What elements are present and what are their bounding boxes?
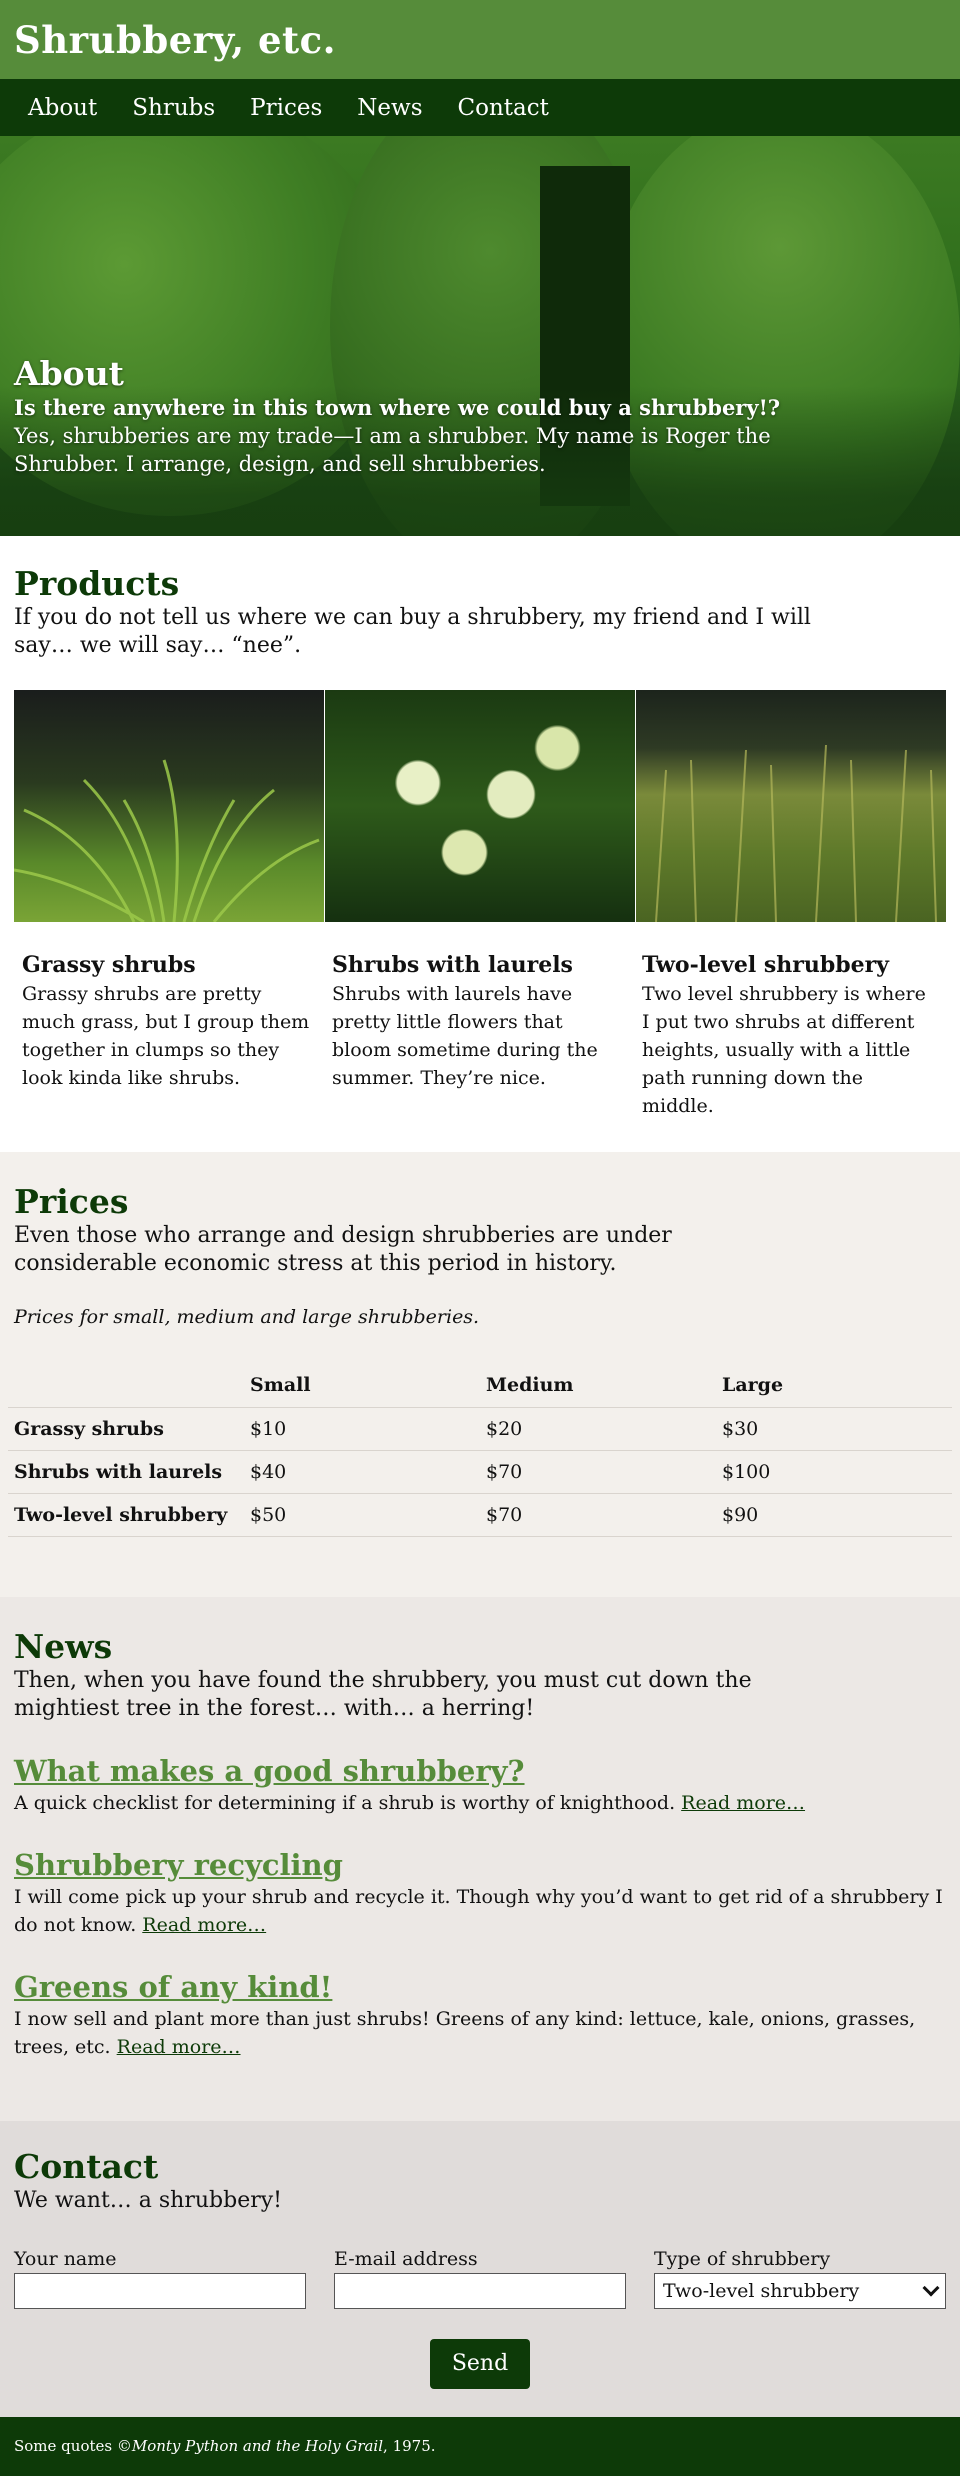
site-header: Shrubbery, etc. xyxy=(0,0,960,79)
chevron-down-icon xyxy=(922,2279,940,2296)
price-cell: $40 xyxy=(244,1450,480,1494)
nav-contact-link[interactable]: Contact xyxy=(458,95,549,121)
product-description: Two level shrubbery is where I put two s… xyxy=(642,983,926,1117)
product-card: Two-level shrubbery Two level shrubbery … xyxy=(634,950,944,1120)
product-description: Grassy shrubs are pretty much grass, but… xyxy=(22,983,310,1089)
product-images xyxy=(14,690,946,922)
row-header: Grassy shrubs xyxy=(8,1407,244,1451)
news-title-link[interactable]: Greens of any kind! xyxy=(14,1970,332,2004)
send-wrap: Send xyxy=(14,2338,946,2389)
footer-suffix: , 1975. xyxy=(383,2437,436,2455)
news-item: Greens of any kind! I now sell and plant… xyxy=(14,1969,946,2061)
read-more-link[interactable]: Read more… xyxy=(117,2036,241,2058)
type-label: Type of shrubbery xyxy=(654,2247,831,2270)
column-header: Medium xyxy=(480,1364,716,1408)
contact-lead: We want… a shrubbery! xyxy=(14,2187,283,2213)
email-label: E-mail address xyxy=(334,2247,478,2270)
name-label: Your name xyxy=(14,2247,117,2270)
table-row: Two-level shrubbery $50 $70 $90 xyxy=(8,1493,952,1537)
type-field-group: Type of shrubbery Two-level shrubbery xyxy=(654,2245,946,2309)
email-input[interactable] xyxy=(334,2272,626,2309)
news-lead: Then, when you have found the shrubbery,… xyxy=(14,1667,752,1721)
selected-type: Two-level shrubbery xyxy=(663,2279,860,2302)
price-cell: $20 xyxy=(480,1407,716,1451)
product-cards: Grassy shrubs Grassy shrubs are pretty m… xyxy=(14,950,946,1120)
read-more-link[interactable]: Read more… xyxy=(681,1792,805,1814)
name-field-group: Your name xyxy=(14,2245,306,2309)
about-hero: About Is there anywhere in this town whe… xyxy=(0,136,960,536)
prices-section: Prices Even those who arrange and design… xyxy=(0,1152,960,1597)
shrubs-with-laurels-image xyxy=(325,690,635,922)
footer-prefix: Some quotes © xyxy=(14,2437,132,2455)
price-cell: $70 xyxy=(480,1493,716,1537)
prices-heading: Prices xyxy=(14,1182,129,1221)
hero-text: About Is there anywhere in this town whe… xyxy=(14,354,814,478)
row-header: Two-level shrubbery xyxy=(8,1493,244,1537)
price-table: Small Medium Large Grassy shrubs $10 $20… xyxy=(8,1364,952,1537)
price-cell: $50 xyxy=(244,1493,480,1537)
price-cell: $10 xyxy=(244,1407,480,1451)
news-item: What makes a good shrubbery? A quick che… xyxy=(14,1753,946,1817)
footer-film-title: Monty Python and the Holy Grail xyxy=(131,2437,384,2455)
main-nav: About Shrubs Prices News Contact xyxy=(0,79,960,136)
table-row: Shrubs with laurels $40 $70 $100 xyxy=(8,1450,952,1494)
news-title-link[interactable]: Shrubbery recycling xyxy=(14,1848,343,1882)
products-section: Products If you do not tell us where we … xyxy=(0,536,960,1152)
column-header: Large xyxy=(716,1364,952,1408)
price-cell: $90 xyxy=(716,1493,952,1537)
contact-heading: Contact xyxy=(14,2146,159,2186)
contact-section: Contact We want… a shrubbery! Your name … xyxy=(0,2120,960,2417)
nav-about-link[interactable]: About xyxy=(28,95,97,121)
name-input[interactable] xyxy=(14,2272,306,2309)
product-card: Shrubs with laurels Shrubs with laurels … xyxy=(324,950,634,1120)
prices-caption: Prices for small, medium and large shrub… xyxy=(14,1306,480,1328)
site-title: Shrubbery, etc. xyxy=(14,17,337,62)
news-text: A quick checklist for determining if a s… xyxy=(14,1791,676,1814)
price-cell: $70 xyxy=(480,1450,716,1494)
email-field-group: E-mail address xyxy=(334,2245,626,2309)
news-title-link[interactable]: What makes a good shrubbery? xyxy=(14,1754,525,1788)
grass-blades xyxy=(14,759,320,922)
price-cell: $100 xyxy=(716,1450,952,1494)
nav-shrubs-link[interactable]: Shrubs xyxy=(132,95,215,121)
two-level-grass xyxy=(655,744,937,922)
grassy-shrubs-image xyxy=(14,690,324,922)
about-text: Yes, shrubberies are my trade—I am a shr… xyxy=(14,424,771,476)
column-header xyxy=(8,1364,244,1408)
nav-news-link[interactable]: News xyxy=(357,95,422,121)
two-level-shrubbery-image xyxy=(636,690,946,922)
product-title: Shrubs with laurels xyxy=(332,952,573,978)
about-question: Is there anywhere in this town where we … xyxy=(14,395,781,420)
contact-form: Your name E-mail address Type of shrubbe… xyxy=(14,2245,946,2309)
product-title: Two-level shrubbery xyxy=(642,952,889,978)
read-more-link[interactable]: Read more… xyxy=(142,1914,266,1936)
product-title: Grassy shrubs xyxy=(22,952,196,978)
table-header-row: Small Medium Large xyxy=(8,1364,952,1408)
column-header: Small xyxy=(244,1364,480,1408)
news-item: Shrubbery recycling I will come pick up … xyxy=(14,1847,946,1939)
products-heading: Products xyxy=(14,564,180,603)
prices-lead: Even those who arrange and design shrubb… xyxy=(14,1223,672,1276)
news-heading: News xyxy=(14,1626,113,1666)
about-heading: About xyxy=(14,354,124,393)
site-footer: Some quotes © Monty Python and the Holy … xyxy=(0,2416,960,2476)
product-description: Shrubs with laurels have pretty little f… xyxy=(332,983,598,1089)
price-cell: $30 xyxy=(716,1407,952,1451)
row-header: Shrubs with laurels xyxy=(8,1450,244,1494)
nav-prices-link[interactable]: Prices xyxy=(250,95,322,121)
send-button[interactable]: Send xyxy=(429,2338,531,2389)
news-section: News Then, when you have found the shrub… xyxy=(0,1596,960,2121)
product-card: Grassy shrubs Grassy shrubs are pretty m… xyxy=(14,950,324,1120)
table-row: Grassy shrubs $10 $20 $30 xyxy=(8,1407,952,1451)
shrubbery-type-select[interactable]: Two-level shrubbery xyxy=(654,2272,946,2309)
products-lead: If you do not tell us where we can buy a… xyxy=(14,605,811,658)
